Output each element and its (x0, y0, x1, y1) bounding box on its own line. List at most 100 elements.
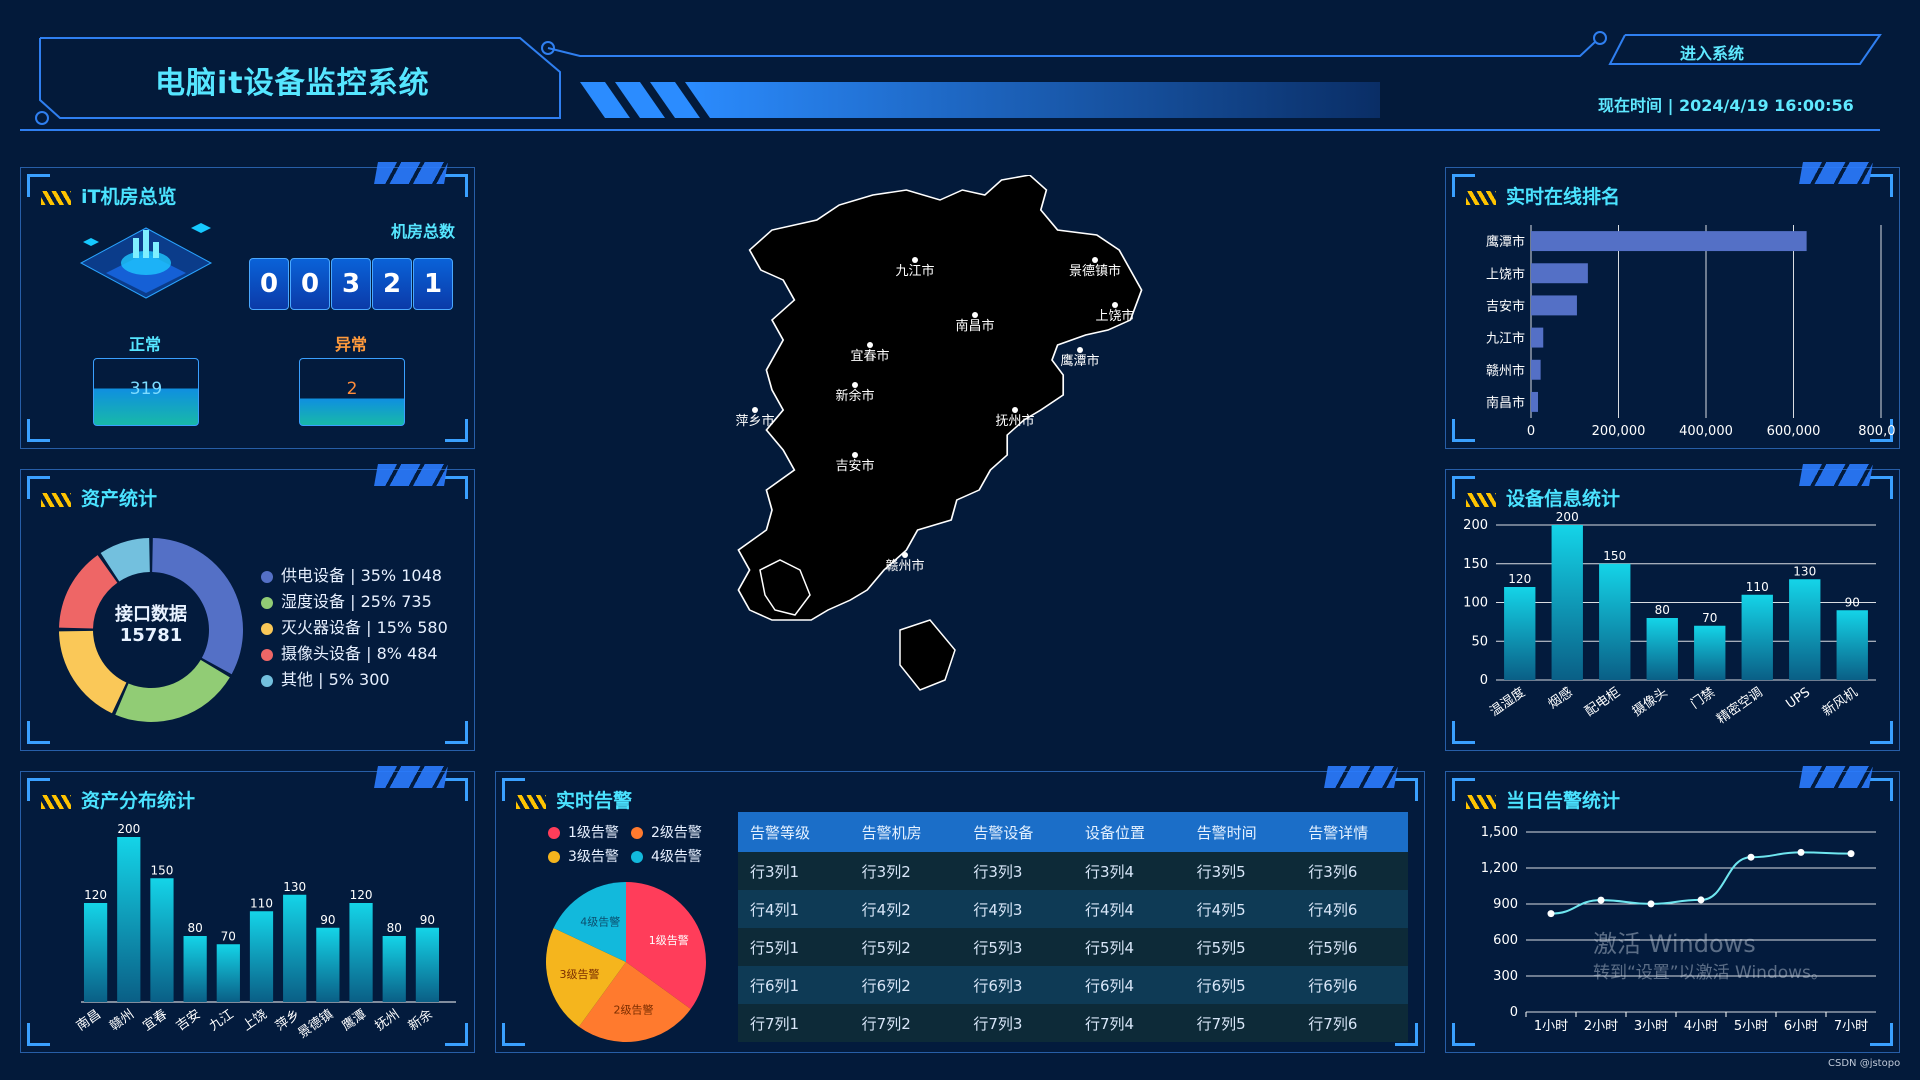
panel-deco-stripes (374, 766, 448, 788)
donut-slice (115, 659, 230, 722)
column-header[interactable]: 设备位置 (1072, 812, 1185, 852)
abnormal-count: 2 (346, 379, 358, 399)
table-row[interactable]: 行3列1 行3列2 行3列3 行3列4 行3列5 行3列6 (738, 852, 1408, 890)
table-cell: 行6列5 (1184, 966, 1297, 1004)
x-tick-label: 温湿度 (1487, 684, 1528, 719)
pie-slice-label: 1级告警 (649, 933, 689, 947)
table-row[interactable]: 行4列1 行4列2 行4列3 行4列4 行4列5 行4列6 (738, 890, 1408, 928)
bar-value-label: 130 (283, 880, 306, 894)
daily-alarm-title: 当日告警统计 (1466, 786, 1620, 813)
alarm-legend-item[interactable]: 4级告警 (631, 846, 702, 866)
assets-panel: 资产统计 接口数据 15781 供电设备 | 35% 1048 湿度设备 | 2… (20, 464, 475, 751)
table-cell: 行6列1 (738, 966, 850, 1004)
y-tick-label: 100 (1463, 596, 1488, 611)
column-header[interactable]: 告警等级 (738, 812, 850, 852)
panel-deco-stripes (1799, 766, 1873, 788)
x-tick-label: 200,000 (1592, 424, 1646, 439)
device-info-panel: 设备信息统计 0 50 100 150 200 120 温湿度 200 烟感 150 配电柜 80 摄像… (1445, 464, 1900, 751)
x-tick-label: 吉安 (174, 1007, 204, 1034)
credit-text: CSDN @jstopo (1828, 1058, 1901, 1069)
bar (316, 927, 340, 1002)
x-tick-label: 宜春 (140, 1007, 170, 1034)
alarm-legend-item[interactable]: 1级告警 (548, 822, 619, 842)
table-cell: 行7列6 (1296, 1004, 1408, 1042)
y-tick-label: 200 (1463, 518, 1488, 533)
windows-activation-title: 激活 Windows (1593, 930, 1756, 958)
x-tick-label: 赣州 (107, 1007, 137, 1034)
overview-panel: iT机房总览 机房总数 0 0 3 2 1 正常 319 异常 2 (20, 162, 475, 449)
x-tick-label: 上饶 (240, 1007, 270, 1034)
y-tick-label: 吉安市 (1486, 298, 1525, 314)
y-tick-label: 赣州市 (1486, 363, 1525, 379)
bar-value-label: 200 (1556, 510, 1579, 524)
y-tick-label: 50 (1471, 634, 1488, 649)
bar-value-label: 150 (151, 863, 174, 877)
bar-value-label: 90 (1845, 595, 1860, 609)
city-label: 萍乡市 (735, 413, 774, 429)
data-point (1597, 896, 1605, 904)
city-label: 南昌市 (955, 318, 994, 334)
table-cell: 行5列2 (849, 928, 962, 966)
column-header[interactable]: 告警时间 (1184, 812, 1297, 852)
data-point (1847, 850, 1855, 858)
city-label: 吉安市 (835, 458, 874, 474)
city-label: 上饶市 (1095, 308, 1134, 324)
bar (216, 944, 240, 1002)
jiangxi-map[interactable]: 九江市 景德镇市南昌市 上饶市宜春市 鹰潭市新余市萍乡市 抚州市吉安市赣州市 (720, 175, 1240, 745)
table-cell: 行3列4 (1072, 852, 1185, 890)
panel-deco-stripes (374, 464, 448, 486)
panel-deco-stripes (1799, 464, 1873, 486)
bar (249, 911, 274, 1002)
x-tick-label: 精密空调 (1714, 684, 1766, 727)
bar (415, 927, 440, 1002)
bar (83, 903, 108, 1002)
x-tick-label: 新风机 (1819, 684, 1860, 719)
alarm-pie-chart: 1级告警 2级告警 3级告警 4级告警 (546, 882, 706, 1042)
room-count-digit: 1 (413, 258, 453, 310)
bar (1531, 263, 1588, 284)
bar-value-label: 70 (1702, 611, 1717, 625)
table-cell: 行6列3 (961, 966, 1073, 1004)
alarm-legend-item[interactable]: 2级告警 (631, 822, 702, 842)
assets-title: 资产统计 (41, 484, 157, 511)
column-header[interactable]: 告警机房 (849, 812, 962, 852)
table-cell: 行5列1 (738, 928, 850, 966)
city-label: 鹰潭市 (1060, 353, 1099, 369)
bar-value-label: 130 (1793, 564, 1816, 578)
city-marker (1092, 257, 1098, 263)
enter-system-button[interactable]: 进入系统 (1680, 40, 1744, 64)
room-count-digit: 0 (249, 258, 289, 310)
distribution-panel: 资产分布统计 120 南昌 200 赣州 150 宜春 80 吉安 70 九江 110 上饶 130 萍乡… (20, 766, 475, 1053)
x-tick-label: 烟感 (1545, 684, 1575, 712)
x-tick-label: 鹰潭 (339, 1006, 369, 1034)
x-tick-label: 1小时 (1534, 1019, 1568, 1034)
distribution-title: 资产分布统计 (41, 786, 195, 813)
table-row[interactable]: 行5列1 行5列2 行5列3 行5列4 行5列5 行5列6 (738, 928, 1408, 966)
y-tick-label: 上饶市 (1486, 266, 1525, 282)
table-cell: 行7列5 (1184, 1004, 1297, 1042)
data-point (1647, 900, 1655, 908)
room-count-digit: 0 (290, 258, 330, 310)
table-row[interactable]: 行7列1 行7列2 行7列3 行7列4 行7列5 行7列6 (738, 1004, 1408, 1042)
bar (382, 936, 406, 1002)
windows-activation-hint: 转到“设置”以激活 Windows。 (1593, 963, 1828, 983)
y-tick-label: 0 (1510, 1005, 1518, 1020)
bar (1504, 587, 1536, 680)
bar-value-label: 70 (221, 929, 236, 943)
bar (1551, 525, 1583, 680)
ranking-title: 实时在线排名 (1466, 182, 1620, 209)
bar (1531, 327, 1544, 348)
table-row[interactable]: 行6列1 行6列2 行6列3 行6列4 行6列5 行6列6 (738, 966, 1408, 1004)
panel-deco-stripes (1799, 162, 1873, 184)
city-marker (912, 257, 918, 263)
abnormal-count-box: 2 (299, 358, 405, 426)
data-point (1797, 848, 1805, 856)
x-tick-label: 2小时 (1584, 1019, 1618, 1034)
y-tick-label: 0 (1480, 673, 1488, 688)
table-cell: 行4列6 (1296, 890, 1408, 928)
column-header[interactable]: 告警详情 (1296, 812, 1408, 852)
x-tick-label: 抚州 (373, 1007, 403, 1034)
alarm-legend-item[interactable]: 3级告警 (548, 846, 619, 866)
column-header[interactable]: 告警设备 (961, 812, 1073, 852)
table-cell: 行6列2 (849, 966, 962, 1004)
